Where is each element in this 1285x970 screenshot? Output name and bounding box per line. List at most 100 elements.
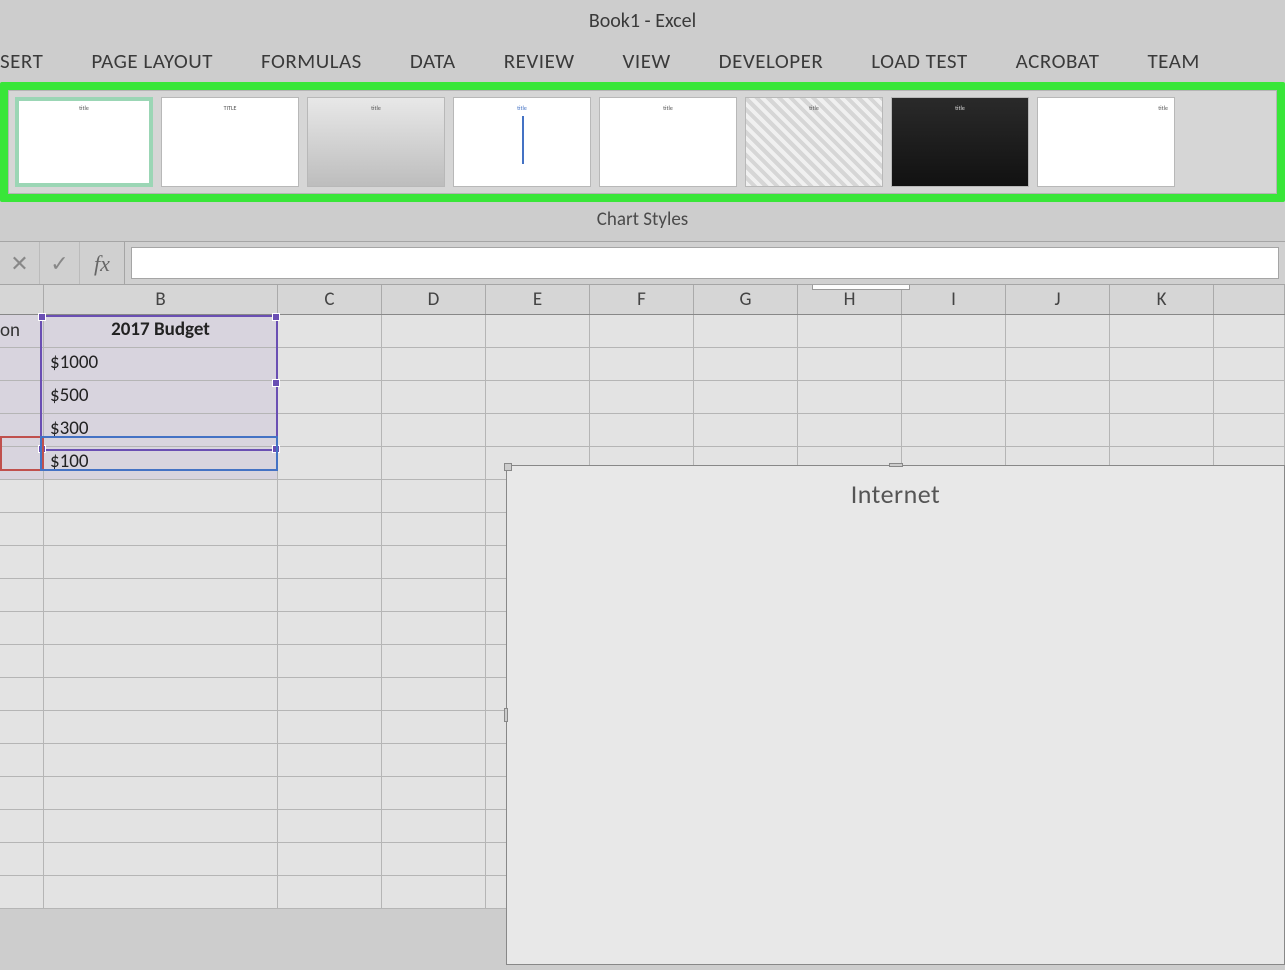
cell-a1-partial[interactable]: on xyxy=(0,319,20,342)
cell[interactable] xyxy=(798,315,902,348)
cell[interactable] xyxy=(278,546,382,579)
cell[interactable] xyxy=(0,711,44,744)
chart-resize-handle[interactable] xyxy=(504,463,512,471)
cell[interactable] xyxy=(382,513,486,546)
cell[interactable] xyxy=(382,546,486,579)
chart-style-2[interactable]: TITLE xyxy=(161,97,299,187)
cell[interactable] xyxy=(382,711,486,744)
cell[interactable] xyxy=(0,645,44,678)
cell[interactable] xyxy=(590,381,694,414)
tab-formulas[interactable]: FORMULAS xyxy=(261,48,362,74)
cell[interactable] xyxy=(0,414,44,447)
chart-styles-gallery[interactable]: title TITLE title title title title titl… xyxy=(8,90,1277,194)
cell[interactable] xyxy=(1214,414,1285,447)
col-header-j[interactable]: J xyxy=(1006,285,1110,314)
col-header-rest[interactable] xyxy=(1214,285,1285,314)
cell[interactable] xyxy=(590,348,694,381)
cell[interactable] xyxy=(382,579,486,612)
cell-b3[interactable]: $500 xyxy=(44,381,278,414)
cell[interactable] xyxy=(902,381,1006,414)
cell[interactable] xyxy=(0,348,44,381)
cell[interactable] xyxy=(1006,414,1110,447)
chart-style-6[interactable]: title xyxy=(745,97,883,187)
chart-style-4[interactable]: title xyxy=(453,97,591,187)
cell[interactable] xyxy=(382,744,486,777)
tab-data[interactable]: DATA xyxy=(410,48,456,74)
cell[interactable] xyxy=(1214,381,1285,414)
col-header-i[interactable]: I xyxy=(902,285,1006,314)
cell[interactable] xyxy=(1110,414,1214,447)
cell[interactable] xyxy=(902,414,1006,447)
cell[interactable] xyxy=(694,315,798,348)
cell[interactable] xyxy=(0,546,44,579)
cell[interactable] xyxy=(1214,315,1285,348)
cell-b5[interactable]: $100 xyxy=(44,447,278,480)
cell[interactable] xyxy=(278,678,382,711)
cell[interactable] xyxy=(278,414,382,447)
col-header-c[interactable]: C xyxy=(278,285,382,314)
col-header-g[interactable]: G xyxy=(694,285,798,314)
col-header-k[interactable]: K xyxy=(1110,285,1214,314)
cell[interactable] xyxy=(382,876,486,909)
cell[interactable] xyxy=(1006,381,1110,414)
cell[interactable] xyxy=(694,381,798,414)
chart-style-7[interactable]: title xyxy=(891,97,1029,187)
cell[interactable] xyxy=(278,315,382,348)
cell[interactable] xyxy=(0,678,44,711)
cell[interactable] xyxy=(278,645,382,678)
cell[interactable] xyxy=(278,843,382,876)
cell[interactable] xyxy=(0,612,44,645)
chart-style-5[interactable]: title xyxy=(599,97,737,187)
cell[interactable] xyxy=(382,381,486,414)
cell[interactable] xyxy=(1110,348,1214,381)
cell[interactable] xyxy=(486,414,590,447)
col-header-b[interactable]: B xyxy=(44,285,278,314)
grid-row[interactable]: 2017 Budget xyxy=(0,315,1285,348)
col-header-blank[interactable] xyxy=(0,285,44,314)
cell[interactable] xyxy=(0,513,44,546)
tab-developer[interactable]: DEVELOPER xyxy=(719,48,824,74)
cell[interactable] xyxy=(278,810,382,843)
cell[interactable] xyxy=(798,414,902,447)
cell[interactable] xyxy=(1006,315,1110,348)
cell[interactable] xyxy=(278,744,382,777)
chart-object[interactable]: Internet xyxy=(506,465,1285,965)
cell[interactable] xyxy=(382,480,486,513)
cell[interactable] xyxy=(278,348,382,381)
cell[interactable] xyxy=(44,579,278,612)
cell[interactable] xyxy=(278,876,382,909)
tab-load-test[interactable]: LOAD TEST xyxy=(871,48,967,74)
chart-resize-handle[interactable] xyxy=(889,463,903,467)
cell[interactable] xyxy=(0,381,44,414)
tab-review[interactable]: REVIEW xyxy=(504,48,575,74)
tab-acrobat[interactable]: ACROBAT xyxy=(1016,48,1100,74)
col-header-f[interactable]: F xyxy=(590,285,694,314)
cell[interactable] xyxy=(694,414,798,447)
cell[interactable] xyxy=(590,315,694,348)
cell[interactable] xyxy=(0,447,44,480)
cell[interactable] xyxy=(278,480,382,513)
fx-label[interactable]: fx xyxy=(80,242,125,284)
chart-title[interactable]: Internet xyxy=(507,466,1284,510)
cell-b2[interactable]: $1000 xyxy=(44,348,278,381)
chart-style-8[interactable]: title xyxy=(1037,97,1175,187)
cell[interactable] xyxy=(694,348,798,381)
cell-b1-header[interactable]: 2017 Budget xyxy=(44,315,278,348)
cell[interactable] xyxy=(278,579,382,612)
formula-input[interactable] xyxy=(131,247,1279,279)
chart-style-3[interactable]: title xyxy=(307,97,445,187)
cell[interactable] xyxy=(382,645,486,678)
cell[interactable] xyxy=(0,777,44,810)
tab-page-layout[interactable]: PAGE LAYOUT xyxy=(91,48,213,74)
grid-row[interactable]: $500 xyxy=(0,381,1285,414)
cell[interactable] xyxy=(590,414,694,447)
cell[interactable] xyxy=(44,678,278,711)
cell[interactable] xyxy=(44,876,278,909)
cell[interactable] xyxy=(1006,348,1110,381)
cell[interactable] xyxy=(278,381,382,414)
tab-view[interactable]: VIEW xyxy=(623,48,671,74)
cell[interactable] xyxy=(0,810,44,843)
cell[interactable] xyxy=(278,447,382,480)
cell[interactable] xyxy=(382,348,486,381)
cell[interactable] xyxy=(44,513,278,546)
